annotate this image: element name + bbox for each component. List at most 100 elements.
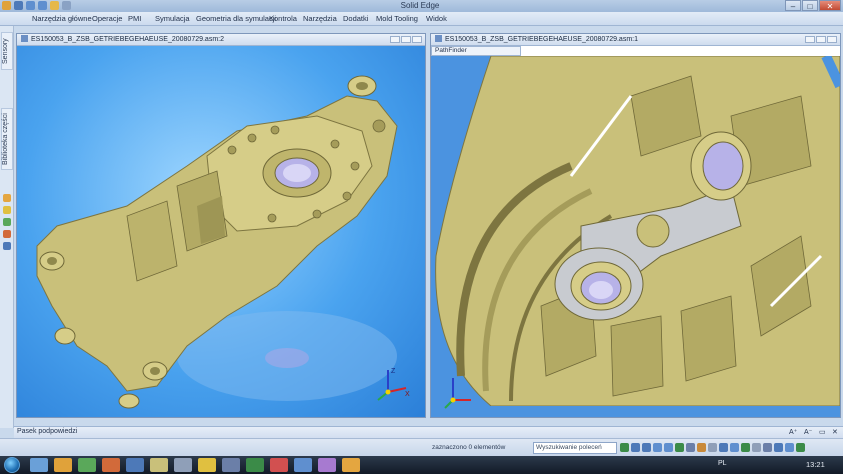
window-title: Solid Edge xyxy=(400,1,440,10)
light-icon[interactable] xyxy=(3,206,11,214)
styles-icon[interactable] xyxy=(741,443,750,452)
doc-close-button[interactable] xyxy=(827,36,837,43)
close-button[interactable]: ✕ xyxy=(819,0,841,11)
layers-icon[interactable] xyxy=(3,194,11,202)
save-icon[interactable] xyxy=(14,1,23,10)
tab-narzędzia-główne[interactable]: Narzędzia główne xyxy=(32,14,92,23)
assembly-icon[interactable] xyxy=(3,218,11,226)
named-views-icon[interactable] xyxy=(719,443,728,452)
tab-sensors[interactable]: Sensory xyxy=(1,32,13,70)
relationship-icon[interactable] xyxy=(3,230,11,238)
display-icon[interactable] xyxy=(752,443,761,452)
start-button[interactable] xyxy=(4,457,20,473)
left-panel-tabs: Sensory Biblioteka części xyxy=(0,26,14,428)
doc-minimize-button[interactable] xyxy=(805,36,815,43)
tab-widok[interactable]: Widok xyxy=(426,14,447,23)
doc-restore-button[interactable] xyxy=(816,36,826,43)
title-bar: Solid Edge – □ ✕ xyxy=(0,0,843,12)
document-window-left: ES150053_B_ZSB_GETRIEBEGEHAEUSE_20080729… xyxy=(16,33,426,418)
quick-access-toolbar xyxy=(2,1,71,10)
tab-parts-library[interactable]: Biblioteka części xyxy=(1,108,13,170)
taskbar-app-icon[interactable] xyxy=(126,458,144,472)
minimize-button[interactable]: – xyxy=(785,0,801,11)
taskbar-app-icon[interactable] xyxy=(318,458,336,472)
clock[interactable]: 13:21 xyxy=(806,460,825,469)
pan-icon[interactable] xyxy=(664,443,673,452)
view-orientation-icon[interactable] xyxy=(708,443,717,452)
tab-geometria-dla-symulacji[interactable]: Geometria dla symulacji xyxy=(196,14,276,23)
housing-model-isometric xyxy=(36,75,398,409)
taskbar: PL 13:21 xyxy=(0,456,843,474)
document-title-bar: ES150053_B_ZSB_GETRIEBEGEHAEUSE_20080729… xyxy=(431,34,840,46)
coordinate-triad-icon xyxy=(444,378,471,409)
redo-icon[interactable] xyxy=(38,1,47,10)
pathfinder-tab[interactable]: PathFinder xyxy=(431,46,521,56)
document-window-controls xyxy=(390,36,422,43)
taskbar-app-icon[interactable] xyxy=(150,458,168,472)
triad-x-label: X xyxy=(405,391,410,398)
more-views-icon[interactable] xyxy=(785,443,794,452)
tab-kontrola[interactable]: Kontrola xyxy=(269,14,297,23)
maximize-button[interactable]: □ xyxy=(802,0,818,11)
tips-bar: Pasek podpowiedzi A⁺ A⁻ ▭ ✕ xyxy=(14,426,843,438)
graphics-viewport-left[interactable]: Z X xyxy=(17,46,425,417)
housing-model-closeup xyxy=(431,56,840,407)
coordinate-triad-icon: Z X xyxy=(377,368,410,401)
taskbar-app-icon[interactable] xyxy=(198,458,216,472)
tab-operacje[interactable]: Operacje xyxy=(92,14,122,23)
tab-symulacja[interactable]: Symulacja xyxy=(155,14,190,23)
taskbar-app-icon[interactable] xyxy=(174,458,192,472)
tab-pmi[interactable]: PMI xyxy=(128,14,141,23)
tab-narzędzia[interactable]: Narzędzia xyxy=(303,14,337,23)
document-title: ES150053_B_ZSB_GETRIEBEGEHAEUSE_20080729… xyxy=(445,36,638,43)
document-title: ES150053_B_ZSB_GETRIEBEGEHAEUSE_20080729… xyxy=(31,36,224,43)
tips-bar-label: Pasek podpowiedzi xyxy=(17,428,78,435)
view-icon[interactable] xyxy=(3,242,11,250)
document-window-controls xyxy=(805,36,837,43)
document-icon xyxy=(21,35,28,42)
zoom-icon[interactable] xyxy=(642,443,651,452)
taskbar-app-icon[interactable] xyxy=(54,458,72,472)
tab-mold-tooling[interactable]: Mold Tooling xyxy=(376,14,418,23)
font-size-up-icon[interactable]: A⁺ xyxy=(789,428,797,436)
undo-icon[interactable] xyxy=(26,1,35,10)
font-size-down-icon[interactable]: A⁻ xyxy=(804,428,812,436)
taskbar-app-icon[interactable] xyxy=(294,458,312,472)
window-controls: – □ ✕ xyxy=(785,0,841,11)
spin-about-icon[interactable] xyxy=(686,443,695,452)
tips-minimize-button[interactable]: ▭ xyxy=(819,428,826,436)
app-logo-icon[interactable] xyxy=(2,1,11,10)
taskbar-app-icon[interactable] xyxy=(246,458,264,472)
doc-restore-button[interactable] xyxy=(401,36,411,43)
taskbar-app-icon[interactable] xyxy=(222,458,240,472)
shaded-icon[interactable] xyxy=(697,443,706,452)
taskbar-app-icon[interactable] xyxy=(270,458,288,472)
rotate-icon[interactable] xyxy=(675,443,684,452)
lighting-icon[interactable] xyxy=(763,443,772,452)
document-icon xyxy=(435,35,442,42)
fit-icon[interactable] xyxy=(653,443,662,452)
taskbar-app-icon[interactable] xyxy=(30,458,48,472)
document-window-right: ES150053_B_ZSB_GETRIEBEGEHAEUSE_20080729… xyxy=(430,33,841,418)
print-icon[interactable] xyxy=(62,1,71,10)
view-toolbar xyxy=(620,443,805,452)
select-tool-icon[interactable] xyxy=(50,1,59,10)
tips-close-button[interactable]: ✕ xyxy=(832,428,838,436)
view-options-icon[interactable] xyxy=(796,443,805,452)
command-search-input[interactable]: Wyszukiwanie poleceń xyxy=(533,442,617,454)
sensor-icon[interactable] xyxy=(620,443,629,452)
graphics-viewport-right[interactable] xyxy=(431,56,840,417)
zoom-area-icon[interactable] xyxy=(631,443,640,452)
selection-count: zaznaczono 0 elementów xyxy=(432,444,506,451)
status-bar: zaznaczono 0 elementów Wyszukiwanie pole… xyxy=(0,438,843,456)
document-title-bar: ES150053_B_ZSB_GETRIEBEGEHAEUSE_20080729… xyxy=(17,34,425,46)
taskbar-app-icon[interactable] xyxy=(102,458,120,472)
taskbar-app-icon[interactable] xyxy=(78,458,96,472)
taskbar-app-icon[interactable] xyxy=(342,458,360,472)
doc-close-button[interactable] xyxy=(412,36,422,43)
section-view-icon[interactable] xyxy=(730,443,739,452)
view-settings-icon[interactable] xyxy=(774,443,783,452)
doc-minimize-button[interactable] xyxy=(390,36,400,43)
tab-dodatki[interactable]: Dodatki xyxy=(343,14,368,23)
language-indicator[interactable]: PL xyxy=(718,460,727,467)
